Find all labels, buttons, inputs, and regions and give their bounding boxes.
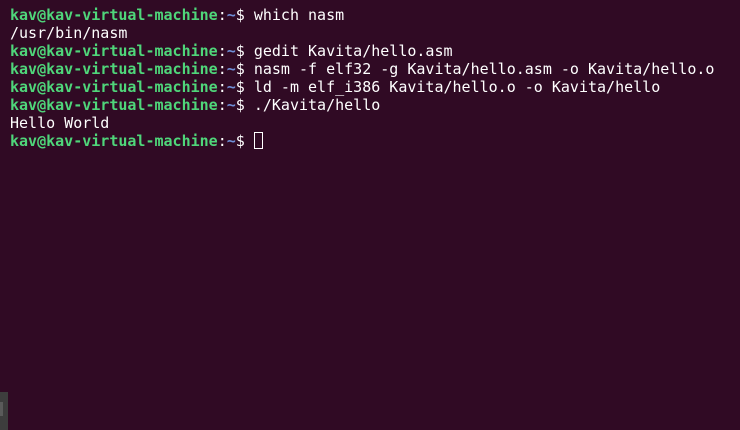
output-text: /usr/bin/nasm xyxy=(10,24,128,42)
prompt-user-host: kav@kav-virtual-machine xyxy=(10,60,218,78)
prompt-colon: : xyxy=(217,78,227,96)
prompt-dollar: $ xyxy=(235,60,254,78)
command-text: nasm -f elf32 -g Kavita/hello.asm -o Kav… xyxy=(253,60,715,78)
prompt-user-host: kav@kav-virtual-machine xyxy=(10,42,218,60)
text-cursor xyxy=(253,132,263,149)
prompt-dollar: $ xyxy=(235,96,254,114)
prompt-user-host: kav@kav-virtual-machine xyxy=(10,132,218,150)
terminal-line-5: kav@kav-virtual-machine:~$ ld -m elf_i38… xyxy=(10,78,730,96)
terminal-line-4: kav@kav-virtual-machine:~$ nasm -f elf32… xyxy=(10,60,730,78)
prompt-colon: : xyxy=(217,6,227,24)
prompt-path: ~ xyxy=(226,6,236,24)
prompt-path: ~ xyxy=(226,96,236,114)
command-text: ld -m elf_i386 Kavita/hello.o -o Kavita/… xyxy=(253,78,661,96)
prompt-user-host: kav@kav-virtual-machine xyxy=(10,78,218,96)
prompt-colon: : xyxy=(217,132,227,150)
prompt-colon: : xyxy=(217,60,227,78)
terminal-line-3: kav@kav-virtual-machine:~$ gedit Kavita/… xyxy=(10,42,730,60)
prompt-user-host: kav@kav-virtual-machine xyxy=(10,96,218,114)
prompt-path: ~ xyxy=(226,60,236,78)
terminal-line-6: kav@kav-virtual-machine:~$ ./Kavita/hell… xyxy=(10,96,730,114)
prompt-path: ~ xyxy=(226,42,236,60)
prompt-dollar: $ xyxy=(235,132,254,150)
terminal-window[interactable]: kav@kav-virtual-machine:~$ which nasm /u… xyxy=(0,0,740,430)
prompt-dollar: $ xyxy=(235,42,254,60)
output-text: Hello World xyxy=(10,114,110,132)
prompt-dollar: $ xyxy=(235,6,254,24)
terminal-line-8[interactable]: kav@kav-virtual-machine:~$ xyxy=(10,132,730,150)
command-text: ./Kavita/hello xyxy=(253,96,381,114)
prompt-colon: : xyxy=(217,96,227,114)
scroll-handle[interactable] xyxy=(0,402,3,416)
prompt-dollar: $ xyxy=(235,78,254,96)
prompt-path: ~ xyxy=(226,132,236,150)
prompt-colon: : xyxy=(217,42,227,60)
terminal-line-1: kav@kav-virtual-machine:~$ which nasm xyxy=(10,6,730,24)
prompt-user-host: kav@kav-virtual-machine xyxy=(10,6,218,24)
window-resize-edge[interactable] xyxy=(0,392,8,430)
terminal-line-7: Hello World xyxy=(10,114,730,132)
prompt-path: ~ xyxy=(226,78,236,96)
terminal-line-2: /usr/bin/nasm xyxy=(10,24,730,42)
command-text: which nasm xyxy=(253,6,345,24)
command-text: gedit Kavita/hello.asm xyxy=(253,42,453,60)
